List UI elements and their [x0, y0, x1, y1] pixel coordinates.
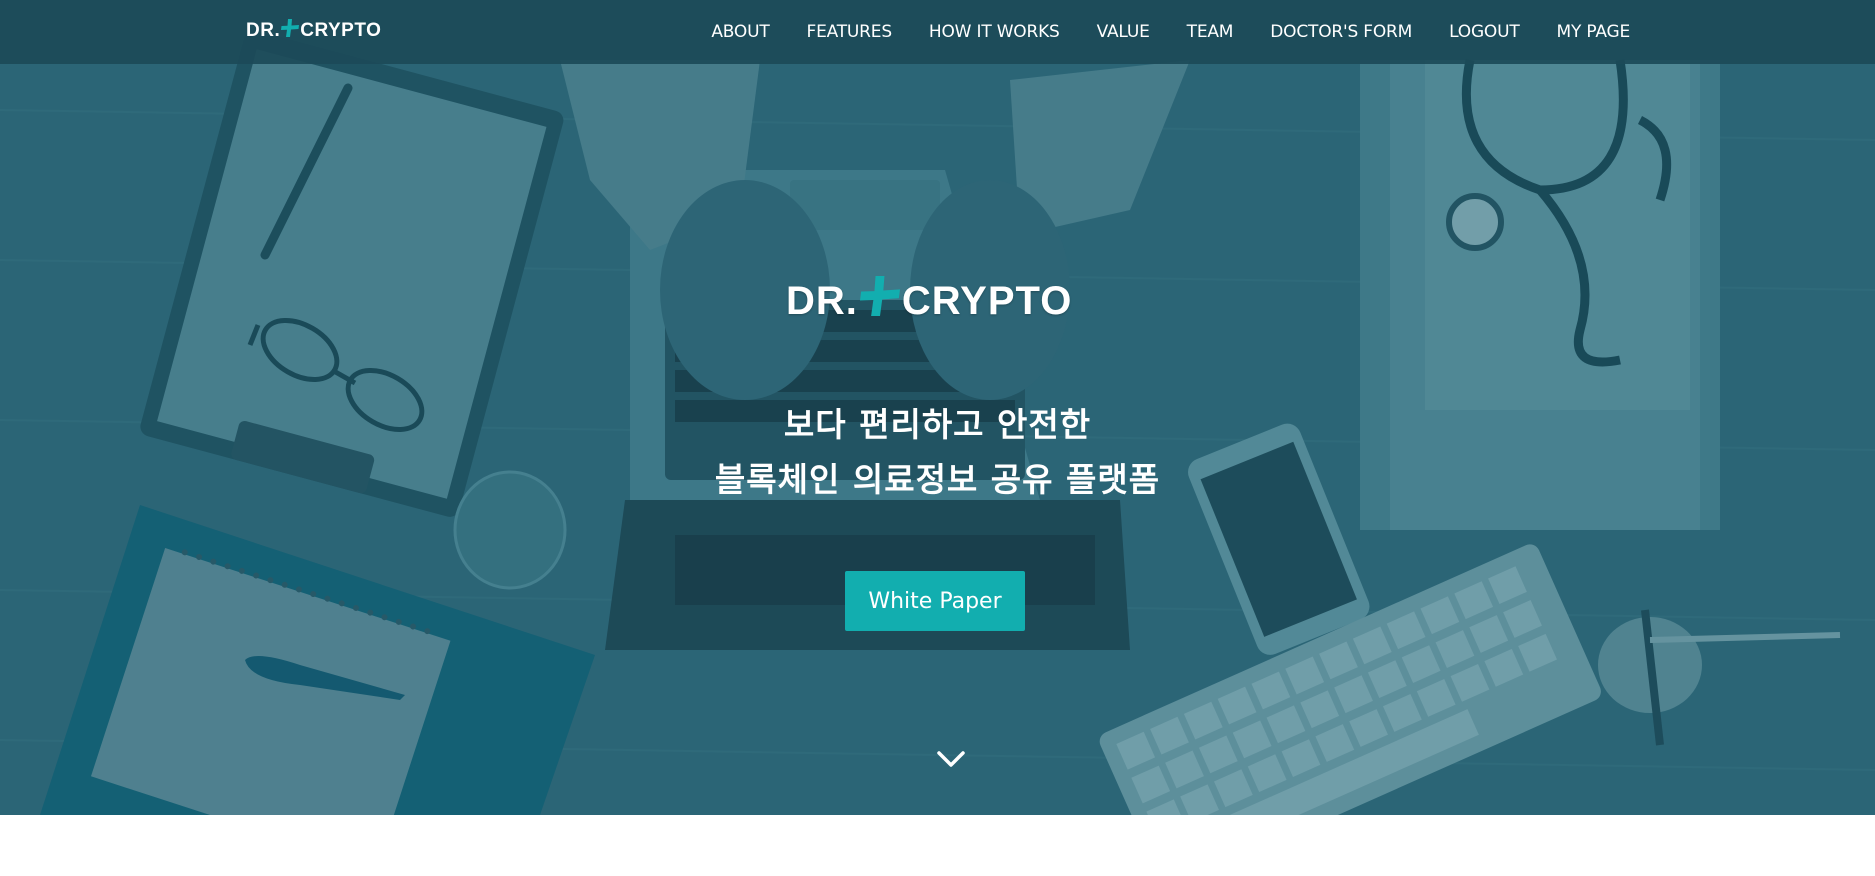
- hero-section: DR. CRYPTO ABOUT FEATURES HOW IT WORKS V…: [0, 0, 1875, 815]
- hero-logo-text-right: CRYPTO: [901, 278, 1073, 323]
- nav-logo-text-right: CRYPTO: [300, 20, 382, 41]
- chevron-down-icon[interactable]: [935, 748, 967, 770]
- nav-item-how-it-works[interactable]: HOW IT WORKS: [929, 22, 1060, 42]
- hero-logo-text-left: DR.: [786, 278, 858, 323]
- nav-menu: ABOUT FEATURES HOW IT WORKS VALUE TEAM D…: [711, 0, 1630, 64]
- white-paper-button[interactable]: White Paper: [845, 571, 1025, 631]
- nav-item-about[interactable]: ABOUT: [711, 22, 769, 42]
- hero-logo: DR. CRYPTO: [786, 276, 1073, 323]
- nav-item-team[interactable]: TEAM: [1187, 22, 1234, 42]
- nav-logo[interactable]: DR. CRYPTO: [246, 19, 382, 43]
- hero-title-line-1: 보다 편리하고 안전한: [783, 405, 1092, 444]
- hero-content: DR. CRYPTO 보다 편리하고 안전한 블록체인 의료정보 공유 플랫폼 …: [0, 0, 1875, 815]
- nav-item-my-page[interactable]: MY PAGE: [1557, 22, 1631, 42]
- nav-item-features[interactable]: FEATURES: [807, 22, 893, 42]
- medical-cross-icon: [859, 276, 900, 326]
- medical-cross-icon: [281, 19, 300, 43]
- nav-logo-text-left: DR.: [246, 20, 281, 41]
- nav-item-logout[interactable]: LOGOUT: [1449, 22, 1520, 42]
- nav-item-value[interactable]: VALUE: [1097, 22, 1150, 42]
- hero-title-line-2: 블록체인 의료정보 공유 플랫폼: [714, 460, 1161, 499]
- top-navbar: DR. CRYPTO ABOUT FEATURES HOW IT WORKS V…: [0, 0, 1875, 64]
- nav-item-doctors-form[interactable]: DOCTOR'S FORM: [1270, 22, 1412, 42]
